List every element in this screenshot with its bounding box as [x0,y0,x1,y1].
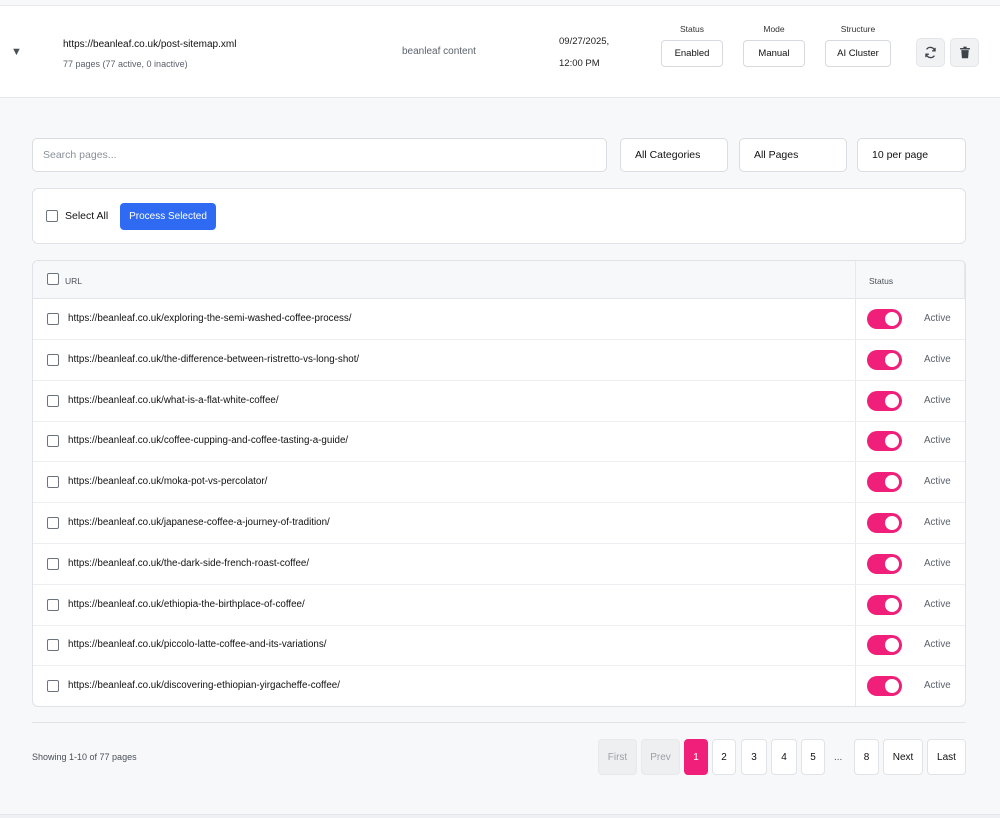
page-url: https://beanleaf.co.uk/the-difference-be… [68,353,360,365]
row-checkbox[interactable] [47,353,59,366]
prev-page-button[interactable]: Prev [641,739,680,775]
status-toggle[interactable] [867,676,902,697]
status-column-header: Status [869,276,894,286]
status-toggle[interactable] [867,553,902,574]
first-page-button[interactable]: First [598,739,637,775]
table-row: https://beanleaf.co.uk/what-is-a-flat-wh… [33,381,965,422]
table-row: https://beanleaf.co.uk/moka-pot-vs-perco… [33,462,965,504]
status-select[interactable]: Enabled [661,40,723,67]
last-page-button[interactable]: Last [927,739,966,775]
page-button-8[interactable]: 8 [854,739,879,775]
page-url: https://beanleaf.co.uk/piccolo-latte-cof… [68,639,327,651]
page-url: https://beanleaf.co.uk/ethiopia-the-birt… [68,598,305,610]
expand-caret-icon[interactable]: ▼ [11,46,22,58]
pagination-summary: Showing 1-10 of 77 pages [32,752,137,762]
page-button-2[interactable]: 2 [712,739,736,775]
row-checkbox[interactable] [47,394,59,407]
status-text: Active [924,517,951,528]
delete-button[interactable] [950,38,979,67]
status-toggle[interactable] [867,390,902,411]
page-url: https://beanleaf.co.uk/exploring-the-sem… [68,313,352,324]
status-toggle[interactable] [867,594,902,615]
select-all-control[interactable]: Select All [46,210,108,222]
row-checkbox[interactable] [47,557,59,570]
row-checkbox[interactable] [47,435,59,448]
next-page-button[interactable]: Next [883,739,923,775]
mode-select[interactable]: Manual [743,40,805,67]
page-url: https://beanleaf.co.uk/coffee-cupping-an… [68,435,349,447]
row-checkbox[interactable] [47,476,59,489]
refresh-icon [925,46,936,59]
process-selected-button[interactable]: Process Selected [120,203,216,230]
pages-filter-select[interactable]: All Pages [739,138,847,172]
header-select-all-checkbox[interactable] [47,273,59,285]
status-toggle[interactable] [867,431,902,452]
page-url: https://beanleaf.co.uk/what-is-a-flat-wh… [68,394,279,406]
url-column-header: URL [65,276,83,286]
sitemap-url: https://beanleaf.co.uk/post-sitemap.xml [63,39,237,50]
page-button-3[interactable]: 3 [741,739,767,775]
per-page-select[interactable]: 10 per page [857,138,966,172]
select-all-checkbox[interactable] [46,210,58,222]
status-text: Active [924,557,951,569]
status-text: Active [924,598,951,610]
column-divider [964,261,965,299]
row-checkbox[interactable] [47,313,59,325]
table-row: https://beanleaf.co.uk/coffee-cupping-an… [33,421,965,463]
status-text: Active [924,680,951,692]
status-toggle[interactable] [867,635,902,656]
mode-label: Mode [763,24,785,34]
pagination-ellipsis: ... [834,752,843,763]
footer-divider [32,722,966,723]
status-label: Status [679,24,705,34]
structure-label: Structure [840,24,876,34]
status-text: Active [924,435,951,447]
status-text: Active [924,313,951,324]
table-row: https://beanleaf.co.uk/the-difference-be… [33,340,965,381]
status-text: Active [924,353,951,365]
sitemap-category: beanleaf content [402,46,476,57]
row-checkbox[interactable] [47,517,59,529]
category-filter-select[interactable]: All Categories [620,138,728,172]
pages-table: URL Status https://beanleaf.co.uk/explor… [32,260,966,707]
sitemap-time: 12:00 PM [559,58,600,69]
sitemap-row: ▼ https://beanleaf.co.uk/post-sitemap.xm… [0,5,1000,98]
sitemap-page-count: 77 pages (77 active, 0 inactive) [63,59,188,69]
status-text: Active [924,476,951,488]
search-pages-input[interactable] [32,138,607,172]
status-toggle[interactable] [867,472,902,493]
page-url: https://beanleaf.co.uk/moka-pot-vs-perco… [68,476,268,488]
bottom-divider [0,814,1000,818]
row-checkbox[interactable] [47,680,59,693]
table-row: https://beanleaf.co.uk/ethiopia-the-birt… [33,585,965,626]
structure-select[interactable]: AI Cluster [825,40,891,67]
status-text: Active [924,394,951,406]
table-row: https://beanleaf.co.uk/the-dark-side-fre… [33,544,965,585]
page-button-4[interactable]: 4 [771,739,797,775]
page-button-5[interactable]: 5 [801,739,825,775]
page-url: https://beanleaf.co.uk/japanese-coffee-a… [68,517,330,528]
row-checkbox[interactable] [47,639,59,652]
table-row: https://beanleaf.co.uk/discovering-ethio… [33,666,965,706]
page-url: https://beanleaf.co.uk/the-dark-side-fre… [68,557,310,569]
status-text: Active [924,639,951,651]
status-toggle[interactable] [867,309,902,329]
bulk-actions-card: Select All Process Selected [32,188,966,244]
table-row: https://beanleaf.co.uk/piccolo-latte-cof… [33,625,965,667]
refresh-button[interactable] [916,38,945,67]
page-url: https://beanleaf.co.uk/discovering-ethio… [68,680,340,692]
table-row: https://beanleaf.co.uk/japanese-coffee-a… [33,503,965,544]
table-header: URL Status [33,261,965,299]
select-all-label: Select All [65,210,109,222]
status-toggle[interactable] [867,513,902,533]
sitemap-date: 09/27/2025, [559,36,610,47]
trash-icon [959,46,970,59]
row-checkbox[interactable] [47,598,59,611]
status-toggle[interactable] [867,349,902,370]
table-row: https://beanleaf.co.uk/exploring-the-sem… [33,299,965,340]
page-button-1[interactable]: 1 [684,739,708,775]
